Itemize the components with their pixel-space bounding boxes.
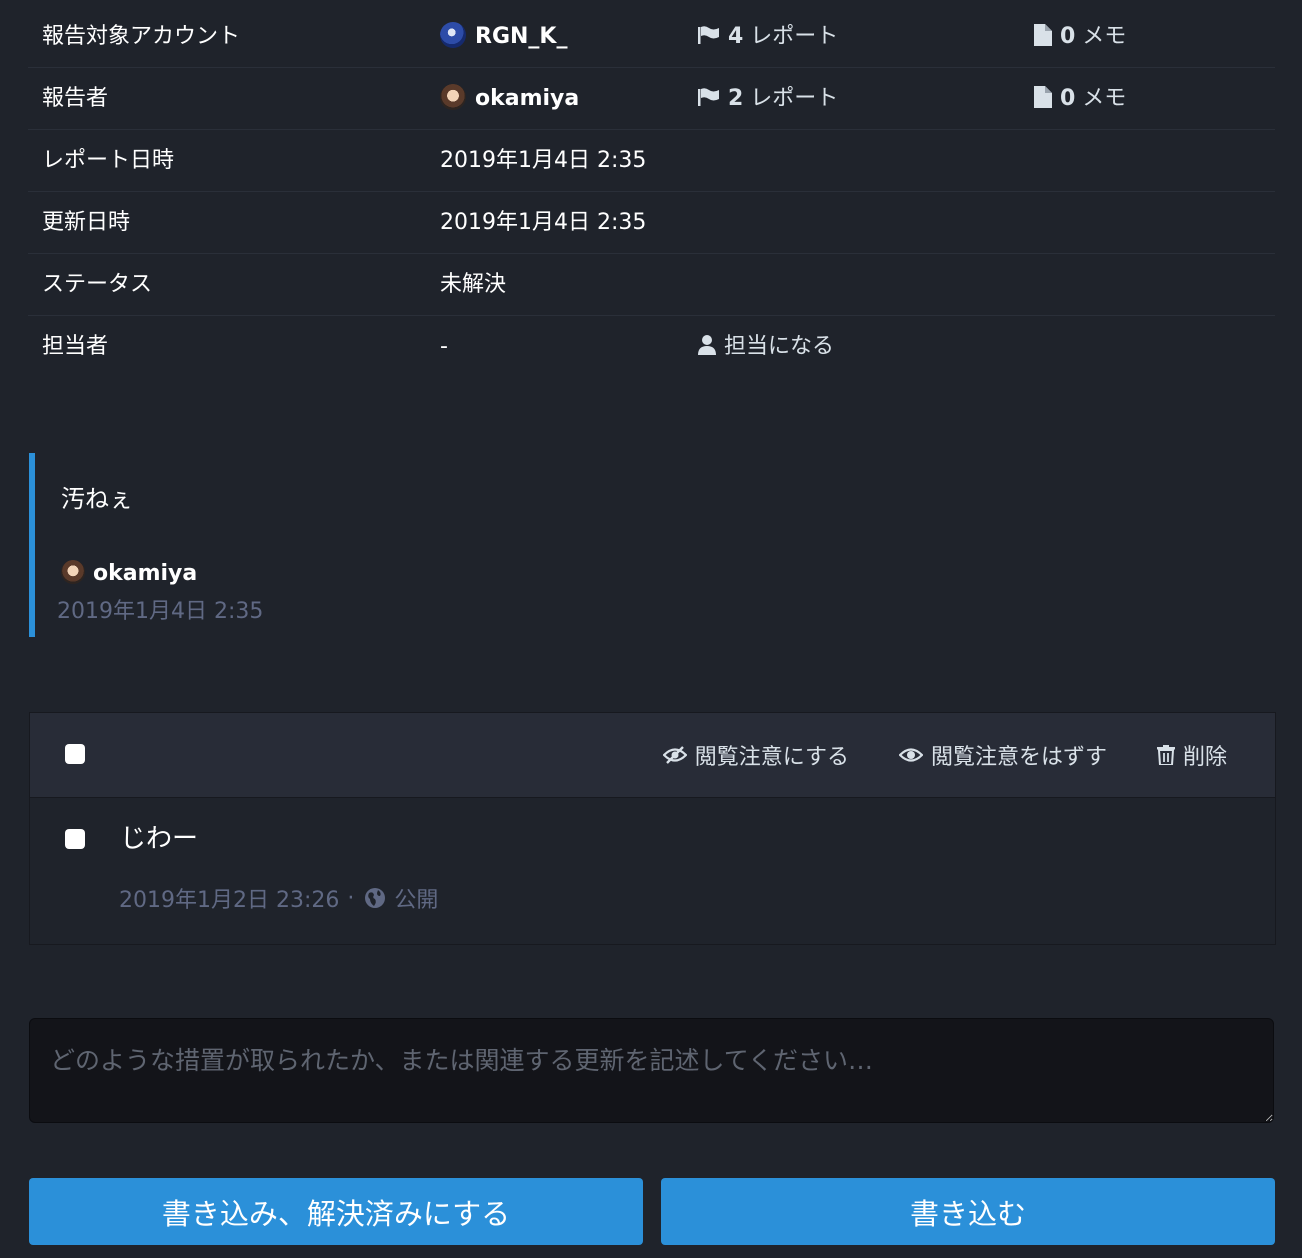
target-account-label: 報告対象アカウント [42,24,241,49]
status-item: じわー 2019年1月2日 23:26 · 公開 [30,798,1275,944]
eye-icon [898,748,923,762]
batch-toolbar: 閲覧注意にする 閲覧注意をはずす 削除 [30,713,1275,798]
comment-and-resolve-button[interactable]: 書き込み、解決済みにする [29,1178,643,1245]
target-reports-link[interactable]: 4 レポート [698,6,838,67]
updated-at-value: 2019年1月4日 2:35 [440,210,647,235]
reported-statuses-batch: 閲覧注意にする 閲覧注意をはずす 削除 じわー 2019年1月2日 23:26 … [29,712,1276,945]
batch-actions: 閲覧注意にする 閲覧注意をはずす 削除 [662,713,1227,797]
delete-button[interactable]: 削除 [1156,739,1227,771]
trash-icon [1156,745,1175,765]
status-value: 未解決 [440,272,507,297]
assignee-value: - [440,334,448,359]
reporter-account-link[interactable]: okamiya [440,68,579,129]
user-icon [698,335,716,355]
file-icon [1034,86,1052,108]
target-account-link[interactable]: RGN_K_ [440,6,567,67]
info-row-reported-at: レポート日時 2019年1月4日 2:35 [28,130,1275,192]
flag-icon [698,88,719,106]
avatar [61,560,85,584]
status-time-link[interactable]: 2019年1月2日 23:26 [119,882,339,914]
info-row-reporter: 報告者 okamiya 2 レポート 0 メモ [28,68,1275,130]
status-meta: 2019年1月2日 23:26 · 公開 [119,882,438,914]
assign-to-self-button[interactable]: 担当になる [698,316,834,377]
unmark-sensitive-button[interactable]: 閲覧注意をはずす [898,739,1107,771]
meta-separator: · [347,885,355,911]
info-row-status: ステータス 未解決 [28,254,1275,316]
status-checkbox[interactable] [65,829,85,849]
report-note-textarea[interactable] [29,1018,1274,1123]
avatar [440,22,466,48]
info-row-target: 報告対象アカウント RGN_K_ 4 レポート 0 メモ [28,6,1275,68]
globe-icon [365,888,386,908]
assignee-label: 担当者 [42,334,109,359]
flag-icon [698,26,719,44]
comment-button[interactable]: 書き込む [661,1178,1275,1245]
status-label: ステータス [42,272,153,297]
file-icon [1034,24,1052,46]
reporter-reports-link[interactable]: 2 レポート [698,68,838,129]
avatar [440,84,466,110]
status-content: じわー [120,824,199,854]
reporter-account-name: okamiya [475,86,580,111]
updated-at-label: 更新日時 [42,210,131,235]
report-info-table: 報告対象アカウント RGN_K_ 4 レポート 0 メモ 報告者 okamiya… [28,6,1275,377]
report-comment: 汚ねぇ okamiya 2019年1月4日 2:35 [29,453,535,637]
target-account-name: RGN_K_ [475,24,568,49]
status-visibility: 公開 [394,888,439,913]
mark-sensitive-button[interactable]: 閲覧注意にする [662,739,849,771]
target-memos-link[interactable]: 0 メモ [1034,6,1126,67]
reporter-memos-link[interactable]: 0 メモ [1034,68,1126,129]
info-row-updated-at: 更新日時 2019年1月4日 2:35 [28,192,1275,254]
report-comment-time: 2019年1月4日 2:35 [57,599,264,624]
reported-at-value: 2019年1月4日 2:35 [440,148,647,173]
select-all-checkbox[interactable] [65,744,85,764]
report-comment-author[interactable]: okamiya [61,560,197,586]
info-row-assignee: 担当者 - 担当になる [28,316,1275,377]
reported-at-label: レポート日時 [42,148,175,173]
reporter-label: 報告者 [42,86,109,111]
report-comment-text: 汚ねぇ [61,485,133,513]
eye-slash-icon [662,746,687,764]
